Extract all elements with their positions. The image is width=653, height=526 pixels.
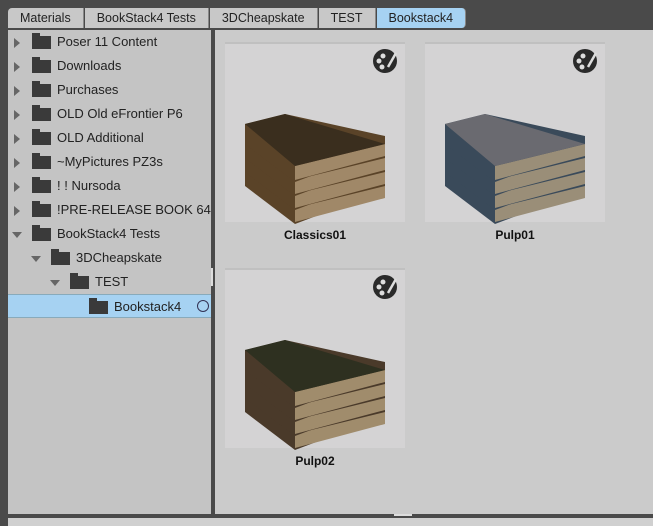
tree-item-label: Poser 11 Content: [57, 34, 158, 49]
expand-down-icon[interactable]: [12, 232, 22, 238]
tree-item[interactable]: Bookstack4: [8, 294, 211, 318]
expand-right-icon[interactable]: [14, 134, 20, 144]
tree-item[interactable]: ~MyPictures PZ3s: [8, 150, 211, 174]
refresh-icon[interactable]: [197, 300, 209, 312]
tree-item-label: ~MyPictures PZ3s: [57, 154, 163, 169]
expand-right-icon[interactable]: [14, 206, 20, 216]
expand-right-icon[interactable]: [14, 158, 20, 168]
folder-icon: [32, 153, 51, 169]
tree-item[interactable]: 3DCheapskate: [8, 246, 211, 270]
expand-right-icon[interactable]: [14, 62, 20, 72]
expand-right-icon[interactable]: [14, 182, 20, 192]
breadcrumb: Materials BookStack4 Tests 3DCheapskate TES…: [8, 8, 467, 28]
library-item-thumbnail[interactable]: [425, 42, 605, 224]
tree-item[interactable]: Downloads: [8, 54, 211, 78]
tree-item[interactable]: ! ! Nursoda: [8, 174, 211, 198]
tree-item-label: Bookstack4: [114, 299, 182, 314]
tree-item-label: OLD Additional: [57, 130, 144, 145]
tree-item-label: BookStack4 Tests: [57, 226, 161, 241]
breadcrumb-item[interactable]: Bookstack4: [376, 8, 467, 28]
expand-down-icon[interactable]: [31, 256, 41, 262]
folder-icon: [32, 225, 51, 241]
tree-item[interactable]: OLD Additional: [8, 126, 211, 150]
splitter-handle[interactable]: [211, 268, 213, 286]
tree-item[interactable]: BookStack4 Tests: [8, 222, 211, 246]
tree-item[interactable]: OLD Old eFrontier P6: [8, 102, 211, 126]
tree-item[interactable]: Poser 11 Content: [8, 30, 211, 54]
library-item-label: Pulp02: [295, 454, 335, 468]
folder-icon: [32, 129, 51, 145]
tree-item[interactable]: Purchases: [8, 78, 211, 102]
tree-item-label: Downloads: [57, 58, 122, 73]
folder-icon: [89, 298, 108, 314]
material-palette-icon: [573, 49, 598, 73]
expand-right-icon[interactable]: [14, 86, 20, 96]
breadcrumb-item[interactable]: Materials: [8, 8, 84, 28]
tree-item-label: OLD Old eFrontier P6: [57, 106, 183, 121]
tree-item[interactable]: !PRE-RELEASE BOOK 64: [8, 198, 211, 222]
expand-right-icon[interactable]: [14, 110, 20, 120]
folder-tree: Poser 11 Content Downloads Purchases OLD Ol…: [8, 30, 211, 514]
folder-icon: [32, 201, 51, 217]
breadcrumb-item[interactable]: TEST: [318, 8, 376, 28]
tree-item[interactable]: TEST: [8, 270, 211, 294]
material-palette-icon: [373, 49, 398, 73]
resize-grip[interactable]: [394, 514, 412, 516]
library-item-thumbnail[interactable]: [225, 268, 405, 450]
library-item-thumbnail[interactable]: [225, 42, 405, 224]
material-palette-icon: [373, 275, 398, 299]
breadcrumb-item[interactable]: BookStack4 Tests: [84, 8, 209, 28]
library-item-label: Pulp01: [495, 228, 535, 242]
breadcrumb-item[interactable]: 3DCheapskate: [209, 8, 318, 28]
folder-icon: [32, 105, 51, 121]
expand-right-icon[interactable]: [14, 38, 20, 48]
tree-item-label: !PRE-RELEASE BOOK 64: [57, 202, 211, 217]
tree-item-label: ! ! Nursoda: [57, 178, 121, 193]
tree-item-label: TEST: [95, 274, 129, 289]
expand-down-icon[interactable]: [50, 280, 60, 286]
folder-icon: [70, 273, 89, 289]
folder-icon: [32, 33, 51, 49]
folder-icon: [32, 81, 51, 97]
folder-icon: [32, 177, 51, 193]
tree-item-label: 3DCheapskate: [76, 250, 162, 265]
tree-item-label: Purchases: [57, 82, 119, 97]
library-item-label: Classics01: [283, 228, 347, 242]
folder-icon: [51, 249, 70, 265]
folder-icon: [32, 57, 51, 73]
bottom-panel: [8, 518, 653, 526]
content-library-grid: Classics01 Pulp01 Pulp02: [215, 30, 653, 514]
